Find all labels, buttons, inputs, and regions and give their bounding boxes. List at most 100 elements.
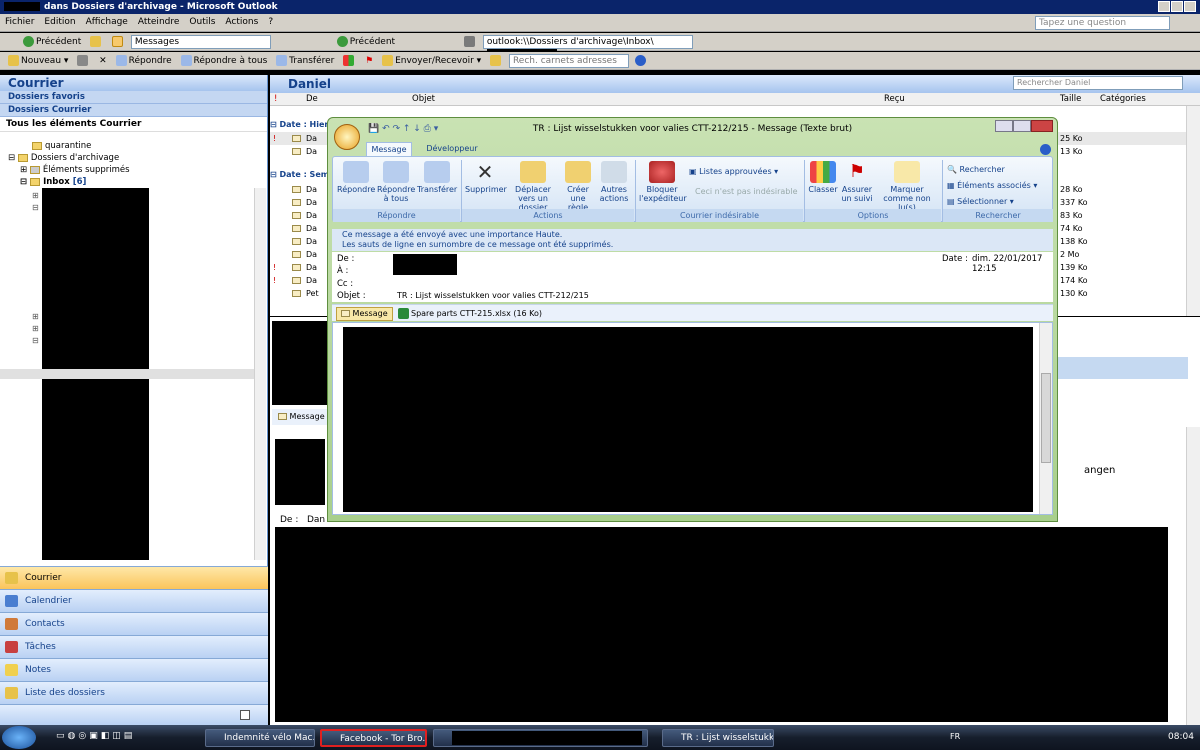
nav-button-calendar[interactable]: Calendrier xyxy=(0,589,268,612)
menu-affichage[interactable]: Affichage xyxy=(81,14,133,30)
column-from[interactable]: De xyxy=(306,93,318,106)
folder-deleted-items[interactable]: ⊞ Éléments supprimés xyxy=(0,164,267,176)
nav-button-folder-list[interactable]: Liste des dossiers xyxy=(0,681,268,704)
attachment-file[interactable]: Spare parts CTT-215.xlsx (16 Ko) xyxy=(398,308,542,319)
minimize-button[interactable] xyxy=(995,120,1013,132)
print-button[interactable] xyxy=(74,53,93,69)
folder-archives[interactable]: ⊟ Dossiers d'archivage xyxy=(0,152,267,164)
task-redacted[interactable] xyxy=(433,729,648,747)
menu-outils[interactable]: Outils xyxy=(184,14,220,30)
folder-inbox[interactable]: ⊟ Inbox [6] xyxy=(0,176,267,188)
folder-quarantine[interactable]: quarantine xyxy=(0,140,267,152)
categorize-icon xyxy=(810,161,836,183)
date-label: Date : xyxy=(942,254,968,264)
menu-edition[interactable]: Edition xyxy=(39,14,80,30)
message-window-controls[interactable] xyxy=(995,120,1053,135)
column-categories[interactable]: Catégories xyxy=(1100,93,1146,106)
help-question-input[interactable]: Tapez une question xyxy=(1035,16,1170,30)
menu-help[interactable]: ? xyxy=(263,14,278,30)
folder-icon[interactable] xyxy=(87,34,106,50)
ribbon-delete-button[interactable]: ✕ Supprimer xyxy=(465,161,507,194)
info-importance: Ce message a été envoyé avec une importa… xyxy=(342,230,563,239)
reply-all-button[interactable]: Répondre à tous xyxy=(178,53,271,69)
reading-scrollbar[interactable] xyxy=(1186,427,1200,725)
view-icon[interactable] xyxy=(109,34,128,50)
ribbon-categorize-button[interactable]: Classer xyxy=(807,161,839,194)
ribbon-block-sender-button[interactable]: Bloquer l'expéditeur xyxy=(639,161,687,203)
task-message-window[interactable]: TR : Lijst wisselstukk... xyxy=(662,729,774,747)
maximize-button[interactable] xyxy=(1171,1,1183,12)
reading-tab-message[interactable]: Message xyxy=(272,409,328,425)
window-controls[interactable] xyxy=(1158,1,1198,13)
task-facebook-tor[interactable]: Facebook - Tor Bro... xyxy=(320,729,427,747)
delete-button[interactable]: ✕ xyxy=(96,53,110,69)
flag-button[interactable]: ⚑ xyxy=(362,53,376,69)
reading-pane-icon xyxy=(112,36,124,47)
tab-developer[interactable]: Développeur xyxy=(420,142,484,157)
ribbon-select-button[interactable]: ▤ Sélectionner ▾ xyxy=(947,194,1037,210)
menu-fichier[interactable]: Fichier xyxy=(0,14,39,30)
back-button-2[interactable]: Précédent xyxy=(334,34,398,50)
folder-list-icon xyxy=(5,687,18,699)
nav-button-contacts[interactable]: Contacts xyxy=(0,612,268,635)
new-button[interactable]: Nouveau ▾ xyxy=(5,53,71,69)
folder-search-input[interactable]: Rechercher Daniel xyxy=(1013,76,1183,90)
ribbon-reply-all-button[interactable]: Répondre à tous xyxy=(377,161,415,203)
cc-label: Cc : xyxy=(337,279,354,289)
quick-launch[interactable]: ▭◍◎▣◧◫▤ xyxy=(56,731,196,745)
list-scrollbar[interactable] xyxy=(1186,106,1200,316)
ribbon-find-button[interactable]: 🔍 Rechercher xyxy=(947,162,1037,178)
nav-button-mail[interactable]: Courrier xyxy=(0,566,268,589)
column-size[interactable]: Taille xyxy=(1060,93,1081,106)
ribbon-related-button[interactable]: ▦ Éléments associés ▾ xyxy=(947,178,1037,194)
maximize-button[interactable] xyxy=(1013,120,1031,132)
home-icon[interactable] xyxy=(461,34,480,50)
favorites-header[interactable]: Dossiers favoris xyxy=(0,91,267,104)
ribbon-reply-button[interactable]: Répondre xyxy=(337,161,375,194)
current-view-select[interactable]: Messages xyxy=(130,35,271,49)
start-button[interactable] xyxy=(2,726,36,749)
mail-folders-header[interactable]: Dossiers Courrier xyxy=(0,104,267,117)
standard-toolbar: Précédent Messages Précédent outlook:\\D… xyxy=(0,33,1200,59)
info-line-breaks: Les sauts de ligne en surnombre de ce me… xyxy=(342,240,614,249)
minimize-button[interactable] xyxy=(1158,1,1170,12)
forward-button[interactable]: Transférer xyxy=(273,53,337,69)
forward-icon xyxy=(276,55,288,66)
attachment-tab-message[interactable]: Message xyxy=(336,307,393,321)
tab-message[interactable]: Message xyxy=(366,142,412,157)
ribbon-other-actions-button[interactable]: Autres actions xyxy=(597,161,631,203)
shortcut-icon[interactable] xyxy=(240,710,250,720)
ribbon-forward-button[interactable]: Transférer xyxy=(417,161,457,194)
back-button[interactable]: Précédent xyxy=(20,34,84,50)
ribbon-create-rule-button[interactable]: Créer une règle xyxy=(561,161,595,212)
column-received[interactable]: Reçu xyxy=(884,93,905,106)
menu-actions[interactable]: Actions xyxy=(220,14,263,30)
address-bar[interactable]: outlook:\\Dossiers d'archivage\Inbox\ xyxy=(482,35,693,59)
nav-button-tasks[interactable]: Tâches xyxy=(0,635,268,658)
all-mail-items[interactable]: Tous les éléments Courrier xyxy=(0,117,267,132)
categorize-button[interactable] xyxy=(340,53,359,69)
menu-atteindre[interactable]: Atteindre xyxy=(133,14,185,30)
ribbon-mark-unread-button[interactable]: Marquer comme non lu(s) xyxy=(875,161,939,212)
ribbon-move-button[interactable]: Déplacer vers un dossier xyxy=(507,161,559,212)
address-book-icon[interactable] xyxy=(487,53,506,69)
address-book-search[interactable]: Rech. carnets adresses xyxy=(508,54,629,68)
nav-scrollbar[interactable] xyxy=(254,188,266,560)
reply-button[interactable]: Répondre xyxy=(113,53,175,69)
help-icon[interactable] xyxy=(632,53,651,69)
column-subject[interactable]: Objet xyxy=(412,93,435,106)
close-button[interactable] xyxy=(1184,1,1196,12)
nav-button-notes[interactable]: Notes xyxy=(0,658,268,681)
redacted-body-top xyxy=(275,439,325,505)
task-indemnite[interactable]: Indemnité vélo Mac... xyxy=(205,729,315,747)
ribbon-safe-lists[interactable]: ▣ Listes approuvées ▾ xyxy=(689,167,778,176)
group-label-reply: Répondre xyxy=(333,209,460,222)
close-button[interactable] xyxy=(1031,120,1053,132)
body-scrollbar[interactable] xyxy=(1039,323,1052,514)
send-receive-button[interactable]: Envoyer/Recevoir ▾ xyxy=(379,53,484,69)
importance-column-icon[interactable]: ! xyxy=(274,93,277,106)
scroll-thumb[interactable] xyxy=(1041,373,1051,463)
help-icon[interactable] xyxy=(1040,144,1051,155)
ribbon-follow-up-button[interactable]: ⚑ Assurer un suivi xyxy=(841,161,873,203)
language-indicator[interactable]: FR xyxy=(950,732,960,741)
